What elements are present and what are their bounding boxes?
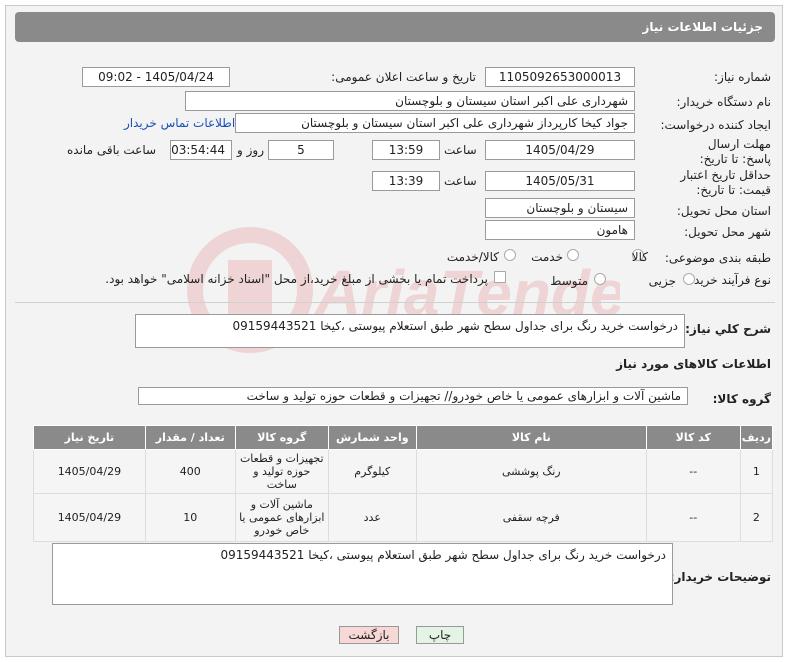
validity-time-label: ساعت [444,174,477,188]
cell-name: رنگ پوششی [415,449,647,494]
col-header-unit: واحد شمارش [327,425,417,450]
remaining-label: ساعت باقی مانده [67,143,157,157]
province-field: سیستان و بلوچستان [485,198,635,218]
cell-quantity: 400 [144,449,236,494]
announce-label: تاریخ و ساعت اعلان عمومی: [331,70,476,84]
reply-time-field: 13:59 [372,140,440,160]
cell-code: -- [645,449,741,494]
col-header-name: نام کالا [415,425,647,450]
province-label: استان محل تحویل: [676,204,771,218]
page-title-bar: جزئیات اطلاعات نیاز [15,12,775,42]
process-medium-radio[interactable] [594,273,606,285]
col-header-date: تاریخ نیاز [33,425,146,450]
description-label: شرح کلي نياز: [685,322,771,336]
col-header-quantity: تعداد / مقدار [144,425,236,450]
days-label: روز و [237,143,264,157]
cell-quantity: 10 [144,493,236,542]
cell-date: 1405/04/29 [33,493,146,542]
page-title: جزئیات اطلاعات نیاز [642,20,763,34]
creator-label: ایجاد کننده درخواست: [660,118,771,132]
cell-row-number: 1 [739,449,774,494]
goods-section-title: اطلاعات کالاهای مورد نیاز [616,357,771,371]
cell-code: -- [645,493,741,542]
creator-field: جواد کیخا کارپرداز شهرداری علی اکبر استا… [235,113,635,133]
payment-note: پرداخت تمام یا بخشی از مبلغ خرید،از محل … [105,272,488,286]
table-row: 2 -- فرچه سقفی عدد ماشین آلات و ابزارهای… [33,493,774,542]
category-label: طبقه بندی موضوعی: [664,251,771,265]
category-service-label: خدمت [531,250,563,264]
buyer-notes-textarea[interactable]: درخواست خرید رنگ برای جداول سطح شهر طبق … [52,543,673,605]
reply-deadline-label: مهلت ارسال پاسخ: تا تاریخ: [699,137,771,166]
col-header-row-number: ردیف [739,425,774,450]
buyer-org-label: نام دستگاه خریدار: [676,95,772,109]
cell-group: تجهیزات و قطعات حوزه تولید و ساخت [234,449,329,494]
category-both-label: کالا/خدمت [446,250,499,264]
print-button[interactable]: چاپ [416,626,464,644]
city-label: شهر محل تحویل: [684,225,771,239]
buyer-org-field: شهرداری علی اکبر استان سیستان و بلوچستان [185,91,635,111]
table-header-row: ردیف کد کالا نام کالا واحد شمارش گروه کا… [33,425,774,450]
col-header-code: کد کالا [645,425,741,450]
divider [15,302,775,303]
cell-row-number: 2 [739,493,774,542]
days-field: 5 [268,140,334,160]
table-row: 1 -- رنگ پوششی کیلوگرم تجهیزات و قطعات ح… [33,449,774,494]
contact-buyer-link[interactable]: اطلاعات تماس خریدار [124,116,235,130]
cell-group: ماشین آلات و ابزارهای عمومی یا خاص خودرو [234,493,329,542]
remaining-time-field: 03:54:44 [170,140,232,160]
process-minor-radio[interactable] [683,273,695,285]
col-header-group: گروه کالا [234,425,329,450]
cell-name: فرچه سقفی [415,493,647,542]
validity-date-field: 1405/05/31 [485,171,635,191]
cell-date: 1405/04/29 [33,449,146,494]
cell-unit: عدد [327,493,417,542]
cell-unit: کیلوگرم [327,449,417,494]
goods-group-field: ماشین آلات و ابزارهای عمومی یا خاص خودرو… [138,387,688,405]
reply-date-field: 1405/04/29 [485,140,635,160]
validity-time-field: 13:39 [372,171,440,191]
buyer-notes-label: توضیحات خریدار: [669,570,771,584]
treasury-payment-checkbox[interactable] [494,271,506,283]
description-textarea[interactable]: درخواست خرید رنگ برای جداول سطح شهر طبق … [135,314,685,348]
city-field: هامون [485,220,635,240]
process-minor-label: جزیی [648,274,676,288]
category-both-radio[interactable] [504,249,516,261]
goods-table: ردیف کد کالا نام کالا واحد شمارش گروه کا… [33,425,774,542]
need-number-label: شماره نیاز: [714,70,771,84]
validity-label: حداقل تاریخ اعتبار قیمت: تا تاریخ: [680,168,771,197]
back-button[interactable]: بازگشت [339,626,399,644]
process-label: نوع فرآیند خرید : [686,273,771,287]
reply-time-label: ساعت [444,143,477,157]
category-goods-label: کالا [631,250,648,264]
announce-field: 1405/04/24 - 09:02 [82,67,230,87]
process-medium-label: متوسط [550,274,588,288]
goods-group-label: گروه کالا: [712,392,771,406]
category-service-radio[interactable] [567,249,579,261]
need-number-field: 1105092653000013 [485,67,635,87]
